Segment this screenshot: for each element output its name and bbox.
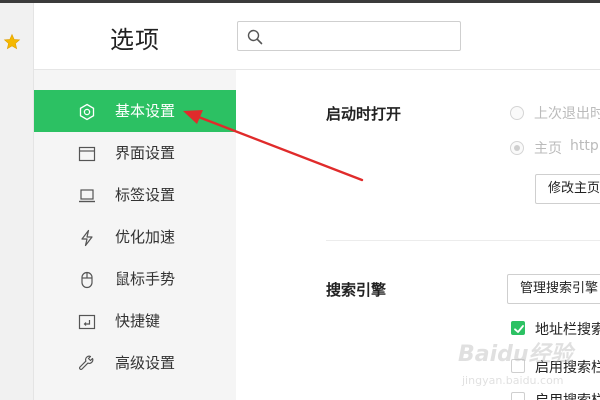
- sidebar-item-label: 快捷键: [115, 312, 161, 330]
- shortcut-icon: [78, 314, 96, 330]
- sidebar-item-advanced-settings[interactable]: 高级设置: [34, 342, 236, 384]
- window-top-strip: [0, 0, 600, 3]
- option-homepage-label: 主页: [534, 141, 562, 157]
- startup-section-title: 启动时打开: [326, 105, 402, 123]
- homepage-url: http: [570, 138, 599, 154]
- sidebar-item-label: 高级设置: [115, 354, 176, 372]
- sidebar-item-interface-settings[interactable]: 界面设置: [34, 132, 236, 174]
- watermark-subtext: jingyan.baidu.com: [462, 374, 564, 387]
- section-divider: [326, 240, 600, 241]
- laptop-icon: [79, 189, 95, 203]
- mouse-icon: [81, 271, 93, 289]
- sidebar-item-label: 界面设置: [115, 144, 176, 162]
- search-input[interactable]: [270, 26, 450, 46]
- sidebar-item-label: 标签设置: [115, 186, 176, 204]
- wrench-icon: [79, 355, 94, 370]
- sidebar-item-label: 基本设置: [115, 102, 176, 120]
- browser-side-strip: [0, 3, 34, 400]
- lightning-icon: [81, 229, 93, 247]
- search-icon: [247, 29, 263, 45]
- sidebar: 基本设置 界面设置 标签设置 优化加速 鼠标手势 快捷键 高级设置: [34, 70, 236, 400]
- watermark: Baidu经验 jingyan.baidu.com: [450, 330, 600, 400]
- search-engine-section-title: 搜索引擎: [326, 281, 387, 299]
- window-icon: [78, 146, 96, 162]
- manage-search-engines-button[interactable]: 管理搜索引擎: [507, 274, 600, 304]
- page-title: 选项: [110, 26, 160, 54]
- sidebar-item-shortcuts[interactable]: 快捷键: [34, 300, 236, 342]
- sidebar-item-label: 鼠标手势: [115, 270, 176, 288]
- hexagon-gear-icon: [79, 103, 95, 121]
- star-icon[interactable]: [3, 33, 21, 51]
- watermark-text: Baidu经验: [458, 342, 573, 367]
- radio-last-session[interactable]: [510, 106, 524, 120]
- sidebar-item-mouse-gestures[interactable]: 鼠标手势: [34, 258, 236, 300]
- option-last-session-label: 上次退出时: [534, 106, 600, 122]
- radio-homepage[interactable]: [510, 141, 524, 155]
- sidebar-item-label: 优化加速: [115, 228, 176, 246]
- change-homepage-button[interactable]: 修改主页: [535, 174, 600, 204]
- sidebar-item-optimization[interactable]: 优化加速: [34, 216, 236, 258]
- sidebar-item-tab-settings[interactable]: 标签设置: [34, 174, 236, 216]
- sidebar-item-basic-settings[interactable]: 基本设置: [34, 90, 236, 132]
- search-box[interactable]: [237, 21, 461, 51]
